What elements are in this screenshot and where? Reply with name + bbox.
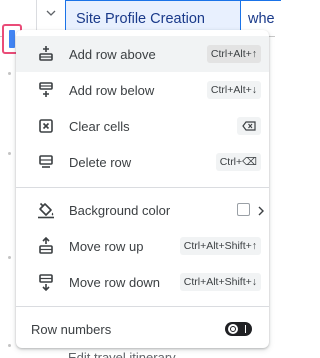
menu-divider [16, 187, 269, 188]
grid-dot [8, 344, 11, 347]
move-row-up-icon [35, 235, 57, 257]
menu-item-label: Row numbers [31, 321, 112, 337]
menu-item-label: Clear cells [69, 118, 130, 134]
menu-item-background-color[interactable]: Background color [16, 192, 269, 228]
add-row-above-icon [35, 43, 57, 65]
shortcut-hint: Ctrl+⌫ [215, 153, 261, 171]
menu-divider [16, 306, 269, 307]
chevron-down-icon [46, 10, 56, 16]
menu-item-label: Move row down [69, 274, 161, 290]
drag-handle-icon [9, 30, 15, 48]
menu-item-label: Background color [69, 202, 171, 218]
toggle-knob [228, 324, 238, 334]
clear-cells-icon [35, 115, 57, 137]
backspace-key-icon [237, 117, 261, 135]
menu-item-label: Add row below [69, 82, 155, 98]
menu-item-move-row-up[interactable]: Move row up Ctrl+Alt+Shift+↑ [16, 228, 269, 264]
shortcut-hint: Ctrl+Alt+↑ [206, 45, 261, 63]
menu-item-add-row-below[interactable]: Add row below Ctrl+Alt+↓ [16, 72, 269, 108]
paint-bucket-icon [35, 199, 57, 221]
menu-item-delete-row[interactable]: Delete row Ctrl+⌫ [16, 144, 269, 180]
row-numbers-toggle[interactable] [225, 322, 252, 336]
menu-item-label: Delete row [69, 154, 132, 170]
chevron-right-icon [258, 203, 264, 221]
menu-item-clear-cells[interactable]: Clear cells [16, 108, 269, 144]
menu-item-row-numbers[interactable]: Row numbers [16, 311, 269, 347]
grid-dot [8, 72, 11, 75]
toggle-on-mark [245, 325, 246, 333]
menu-item-move-row-down[interactable]: Move row down Ctrl+Alt+Shift+↓ [16, 264, 269, 300]
move-row-down-icon [35, 271, 57, 293]
shortcut-hint: Ctrl+Alt+Shift+↑ [179, 237, 261, 255]
grid-dot [8, 256, 11, 259]
menu-item-label: Add row above [69, 46, 156, 62]
shortcut-hint: Ctrl+Alt+Shift+↓ [179, 273, 261, 291]
row-context-menu: Add row above Ctrl+Alt+↑ Add row below C… [16, 30, 269, 348]
shortcut-hint: Ctrl+Alt+↓ [206, 81, 261, 99]
grid-dot [8, 152, 11, 155]
menu-item-label: Move row up [69, 238, 144, 254]
menu-item-add-row-above[interactable]: Add row above Ctrl+Alt+↑ [16, 36, 269, 72]
add-row-below-icon [35, 79, 57, 101]
partially-hidden-cell: Edit travel itinerary [68, 350, 176, 358]
delete-row-icon [35, 151, 57, 173]
color-swatch [237, 203, 250, 216]
